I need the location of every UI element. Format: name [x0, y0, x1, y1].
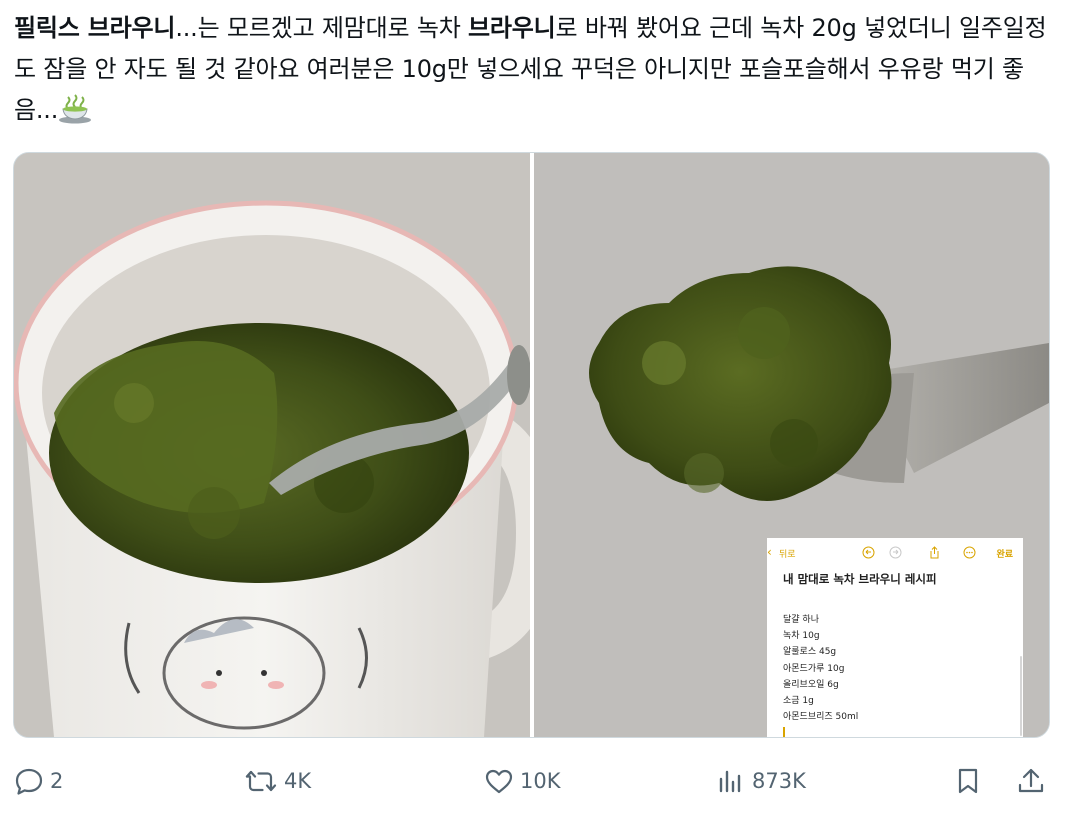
share-icon [930, 546, 939, 559]
like-button[interactable]: 10K [484, 756, 561, 806]
notes-title: 내 맘대로 녹차 브라우니 레시피 [783, 572, 937, 586]
notes-done-label: 완료 [996, 550, 1013, 560]
tweet-text-part-1: ...는 모르겠고 제맘대로 녹차 [175, 14, 469, 42]
notes-toolbar: ‹ 뒤로 완료 [767, 545, 1023, 560]
notes-back-label: 뒤로 [779, 550, 796, 560]
views-count: 873K [752, 769, 806, 793]
bookmark-icon [958, 768, 978, 794]
recipe-line: 올리브오일 6g [783, 679, 839, 690]
mug-photo-illustration [14, 153, 530, 737]
views-chart-icon [719, 770, 741, 793]
chevron-left-icon: ‹ [767, 545, 772, 559]
heart-icon [485, 769, 513, 794]
tweet-bold-phrase-2: 브라우니 [468, 14, 556, 42]
photo-matcha-brownie-fork[interactable]: ‹ 뒤로 완료 내 맘대로 녹차 브라우니 레시피 달걀 하나 녹차 10g 알… [534, 153, 1049, 737]
photo-matcha-brownie-mug[interactable] [14, 153, 530, 737]
undo-icon [862, 546, 875, 559]
tweet-text: 필릭스 브라우니...는 모르겠고 제맘대로 녹차 브라우니로 바꿔 봤어요 근… [14, 8, 1064, 131]
retweet-count: 4K [284, 769, 312, 793]
share-button[interactable] [1016, 756, 1046, 806]
redo-icon [889, 546, 902, 559]
recipe-line: 달걀 하나 [783, 615, 819, 625]
media-grid[interactable]: ‹ 뒤로 완료 내 맘대로 녹차 브라우니 레시피 달걀 하나 녹차 10g 알… [13, 152, 1050, 738]
text-cursor [783, 727, 785, 737]
teacup-emoji-icon [59, 94, 92, 124]
more-icon [963, 546, 976, 559]
share-upload-icon [1018, 768, 1044, 793]
reply-icon [15, 768, 43, 795]
retweet-icon [245, 770, 277, 792]
reply-button[interactable]: 2 [14, 756, 63, 806]
bookmark-button[interactable] [953, 756, 983, 806]
notes-scrollbar [1020, 656, 1022, 736]
recipe-line: 아몬드브리즈 50ml [783, 712, 859, 723]
notes-recipe-list: 달걀 하나 녹차 10g 알룰로스 45g 아몬드가루 10g 올리브오일 6g… [783, 612, 858, 725]
tweet-action-bar: 2 4K 10K 873K [0, 756, 1076, 806]
tweet-bold-phrase-1: 필릭스 브라우니 [14, 14, 176, 42]
views-button[interactable]: 873K [716, 756, 806, 806]
recipe-line: 녹차 10g [783, 631, 820, 642]
retweet-button[interactable]: 4K [244, 756, 311, 806]
notes-app-screenshot: ‹ 뒤로 완료 내 맘대로 녹차 브라우니 레시피 달걀 하나 녹차 10g 알… [767, 538, 1023, 737]
like-count: 10K [520, 769, 561, 793]
recipe-line: 소금 1g [783, 696, 814, 707]
reply-count: 2 [50, 769, 64, 793]
recipe-line: 아몬드가루 10g [783, 663, 845, 674]
recipe-line: 알룰로스 45g [783, 647, 837, 658]
